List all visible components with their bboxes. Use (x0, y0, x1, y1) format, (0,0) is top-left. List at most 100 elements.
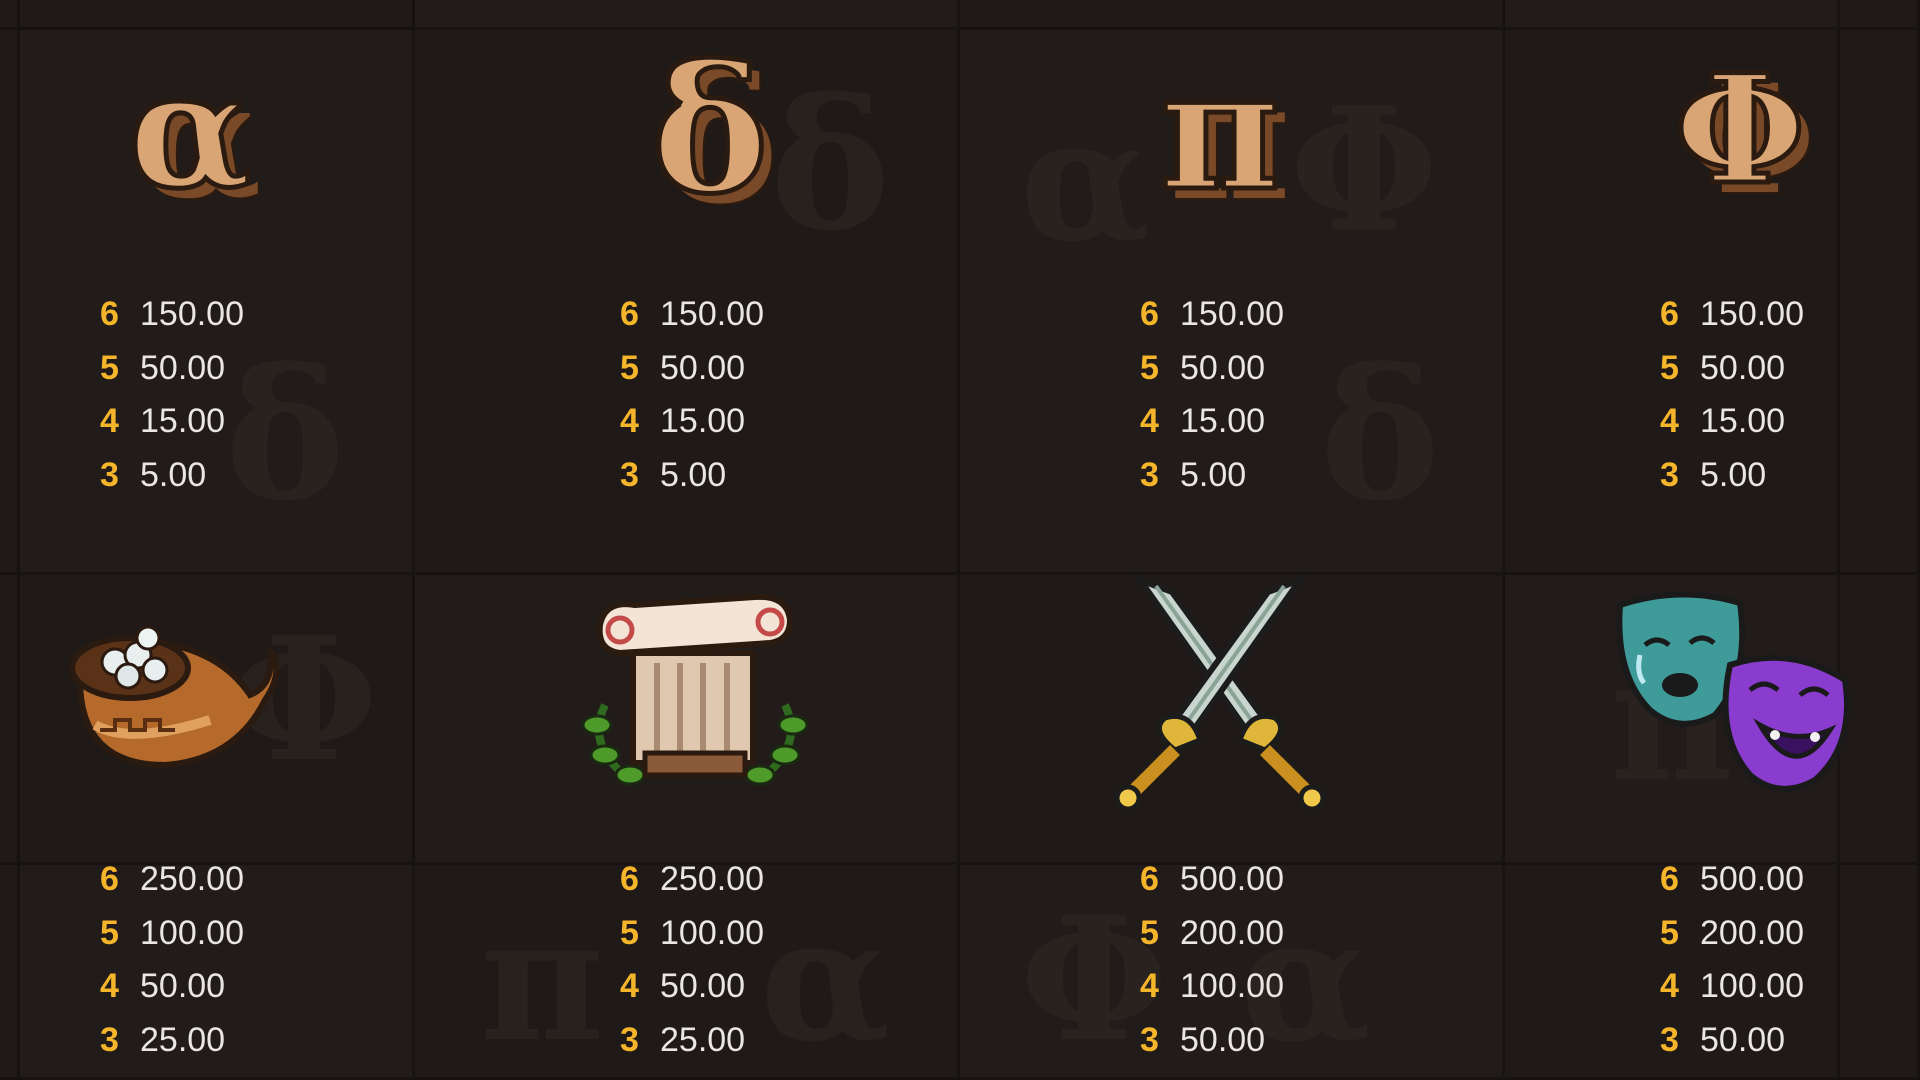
pay-count: 3 (1140, 455, 1159, 494)
pay-row: 3 25.00 (620, 1014, 764, 1068)
pay-row: 6 500.00 (1660, 853, 1804, 907)
pay-row: 4 100.00 (1660, 960, 1804, 1014)
pay-count: 6 (1660, 860, 1679, 899)
pay-value: 100.00 (1700, 967, 1804, 1006)
paytable-pays-delta: 6 150.00 5 50.00 4 15.00 3 5.00 (620, 288, 764, 502)
pay-count: 4 (1660, 967, 1679, 1006)
pay-count: 5 (1660, 348, 1679, 387)
paytable-pays-cornucopia: 6 250.00 5 100.00 4 50.00 3 25.00 (100, 853, 244, 1067)
pay-value: 25.00 (660, 1020, 746, 1059)
pay-value: 500.00 (1700, 860, 1804, 899)
pay-count: 3 (100, 1020, 119, 1059)
paytable-page: δ δ α Φ δ Φ π α Φ α π α 6150.00 550.00 4… (0, 0, 1920, 1080)
paytable-pays-swords: 6 500.00 5 200.00 4 100.00 3 50.00 (1140, 853, 1284, 1067)
pay-count: 4 (100, 402, 119, 441)
pay-value: 150.00 (1180, 295, 1284, 334)
pay-row: 4 50.00 (620, 960, 764, 1014)
pay-row: 5 100.00 (100, 907, 244, 961)
pay-row: 4 15.00 (1140, 395, 1284, 449)
pay-value: 200.00 (1180, 913, 1284, 952)
pay-value: 150.00 (660, 295, 764, 334)
pi-glyph: π (1157, 32, 1283, 227)
pay-count: 3 (620, 455, 639, 494)
pay-count: 5 (620, 913, 639, 952)
pay-count: 3 (1140, 1020, 1159, 1059)
pay-count: 6 (1140, 860, 1159, 899)
pay-row: 3 5.00 (620, 449, 764, 503)
pay-value: 150.00 (1700, 295, 1804, 334)
crossed-swords-icon (1100, 570, 1340, 810)
pay-value: 50.00 (1700, 348, 1786, 387)
delta-glyph: δ (649, 27, 771, 233)
pay-row: 6 500.00 (1140, 853, 1284, 907)
pay-row: 6 150.00 (620, 288, 764, 342)
pay-count: 4 (1660, 402, 1679, 441)
pay-value: 150.00 (140, 295, 244, 334)
cornucopia-icon (60, 600, 290, 790)
pay-value: 50.00 (140, 967, 226, 1006)
paytable-pays-column: 6 250.00 5 100.00 4 50.00 3 25.00 (620, 853, 764, 1067)
pay-count: 6 (1660, 295, 1679, 334)
pay-count: 3 (1660, 455, 1679, 494)
pay-row: 3 25.00 (100, 1014, 244, 1068)
pay-value: 5.00 (1180, 455, 1247, 494)
pay-count: 6 (100, 295, 119, 334)
paytable-pays-masks: 6 500.00 5 200.00 4 100.00 3 50.00 (1660, 853, 1804, 1067)
theater-masks-icon (1610, 585, 1860, 805)
pay-count: 5 (100, 913, 119, 952)
paytable-pays-pi: 6 150.00 5 50.00 4 15.00 3 5.00 (1140, 288, 1284, 502)
pay-row: 4 50.00 (100, 960, 244, 1014)
pay-count: 6 (100, 860, 119, 899)
pay-value: 50.00 (660, 967, 746, 1006)
pay-value: 100.00 (1180, 967, 1284, 1006)
pay-count: 4 (620, 967, 639, 1006)
paytable-pays-phi: 6 150.00 5 50.00 4 15.00 3 5.00 (1660, 288, 1804, 502)
pay-row: 5 200.00 (1660, 907, 1804, 961)
pay-count: 3 (620, 1020, 639, 1059)
pay-value: 50.00 (1180, 1020, 1266, 1059)
pay-row: 5 50.00 (1140, 342, 1284, 396)
pay-count: 4 (1140, 967, 1159, 1006)
delta-symbol-icon: δ (600, 30, 820, 230)
phi-symbol-icon: Φ (1630, 30, 1850, 230)
pay-value: 250.00 (140, 860, 244, 899)
pay-count: 5 (1660, 913, 1679, 952)
pay-row: 4 100.00 (1140, 960, 1284, 1014)
pay-count: 5 (1140, 913, 1159, 952)
pay-value: 15.00 (1700, 402, 1786, 441)
pay-value: 250.00 (660, 860, 764, 899)
pay-count: 4 (620, 402, 639, 441)
pay-row: 5 100.00 (620, 907, 764, 961)
pay-value: 15.00 (660, 402, 746, 441)
pay-row: 5 200.00 (1140, 907, 1284, 961)
pay-row: 3 50.00 (1660, 1014, 1804, 1068)
pay-row: 6 150.00 (1660, 288, 1804, 342)
pay-count: 6 (1140, 295, 1159, 334)
pay-value: 5.00 (1700, 455, 1767, 494)
pay-count: 3 (100, 455, 119, 494)
phi-glyph: Φ (1672, 42, 1808, 218)
pay-value: 15.00 (140, 402, 226, 441)
pay-row: 6 150.00 (100, 288, 244, 342)
pay-count: 6 (620, 860, 639, 899)
pay-row: 4 15.00 (1660, 395, 1804, 449)
pay-value: 25.00 (140, 1020, 226, 1059)
pay-row: 5 50.00 (620, 342, 764, 396)
pay-value: 50.00 (660, 348, 746, 387)
pay-count: 6 (620, 295, 639, 334)
pay-row: 4 15.00 (100, 395, 244, 449)
pay-value: 200.00 (1700, 913, 1804, 952)
pay-row: 6 250.00 (100, 853, 244, 907)
pay-count: 5 (1140, 348, 1159, 387)
alpha-glyph: α (126, 36, 254, 224)
pay-value: 5.00 (660, 455, 727, 494)
pay-row: 4 15.00 (620, 395, 764, 449)
pay-row: 6 250.00 (620, 853, 764, 907)
paytable-pays-alpha: 6 150.00 5 50.00 4 15.00 3 5.00 (100, 288, 244, 502)
pay-row: 3 5.00 (1660, 449, 1804, 503)
pay-count: 4 (1140, 402, 1159, 441)
pay-value: 15.00 (1180, 402, 1266, 441)
pay-row: 3 50.00 (1140, 1014, 1284, 1068)
pay-row: 3 5.00 (1140, 449, 1284, 503)
paytable: α 6 150.00 5 50.00 4 15.00 3 5.00 δ 6 150.00 … (0, 0, 1920, 1080)
